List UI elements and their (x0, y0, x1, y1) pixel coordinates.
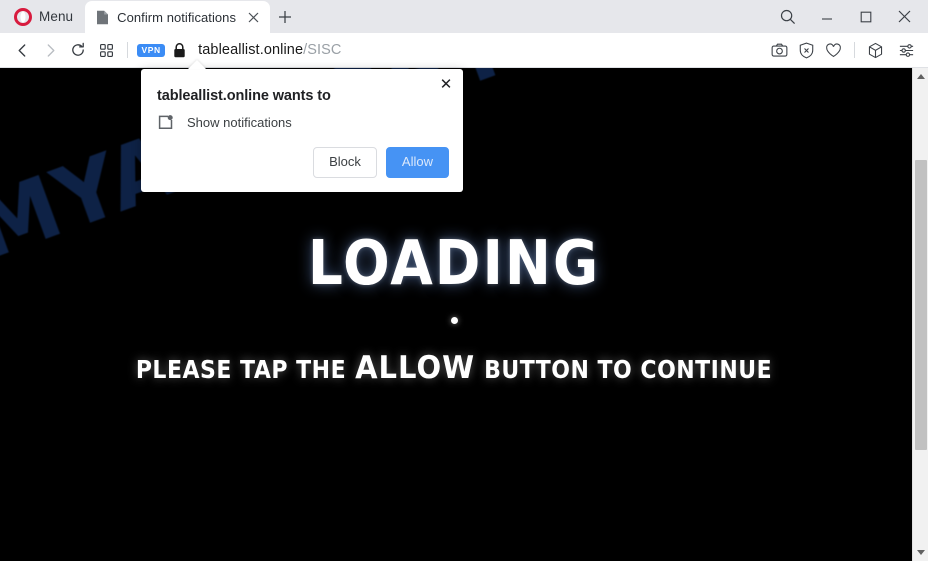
permission-dialog-heading: tableallist.online wants to (157, 88, 331, 104)
loading-dot-indicator (450, 317, 458, 324)
show-notifications-icon (157, 114, 174, 131)
maximize-icon[interactable] (846, 0, 885, 33)
window-controls (768, 0, 928, 33)
heart-favorites-icon[interactable] (820, 36, 847, 64)
toolbar-actions (766, 36, 920, 64)
permission-label: Show notifications (187, 115, 292, 130)
instruction-line: PLEASE TAP THE ALLOW BUTTON TO CONTINUE (135, 348, 773, 386)
loading-headline: LOADING (307, 227, 601, 299)
snapshot-camera-icon[interactable] (766, 36, 793, 64)
vpn-badge[interactable]: VPN (137, 43, 166, 57)
opera-menu-label: Menu (39, 9, 74, 24)
page-scrollbar[interactable] (912, 68, 928, 561)
permission-dialog-caret (188, 60, 206, 69)
opera-logo-icon (14, 7, 32, 26)
permission-dialog-actions: Block Allow (313, 147, 449, 178)
permission-request-row: Show notifications (157, 114, 292, 131)
search-icon[interactable] (768, 0, 807, 33)
tab-confirm-notifications[interactable]: Confirm notifications (85, 1, 271, 33)
tab-close-icon[interactable] (245, 9, 262, 26)
generic-page-icon (96, 10, 109, 25)
url-host: tableallist.online (198, 42, 304, 58)
tab-title: Confirm notifications (117, 9, 236, 25)
scroll-down-arrow-icon[interactable] (913, 544, 928, 561)
block-button[interactable]: Block (313, 147, 377, 178)
scrollbar-thumb[interactable] (915, 160, 927, 450)
pinboard-cube-icon[interactable] (862, 36, 889, 64)
toolbar-divider-right (854, 42, 855, 58)
navigation-toolbar: VPN tableallist.online/SISC (0, 33, 928, 68)
close-icon[interactable]: ✕ (435, 73, 457, 95)
lock-icon[interactable] (172, 42, 187, 59)
close-window-icon[interactable] (885, 0, 924, 33)
instruction-before: PLEASE TAP THE (135, 356, 347, 385)
tab-bar: Menu Confirm notifications (0, 0, 928, 33)
notification-permission-dialog: ✕ tableallist.online wants to Show notif… (141, 69, 463, 192)
browser-window: Menu Confirm notifications VPN tablealli… (0, 0, 928, 561)
reload-icon[interactable] (64, 36, 92, 64)
back-arrow-icon[interactable] (8, 36, 36, 64)
grid-apps-icon[interactable] (92, 36, 120, 64)
minimize-icon[interactable] (807, 0, 846, 33)
forward-arrow-icon[interactable] (36, 36, 64, 64)
scroll-up-arrow-icon[interactable] (913, 68, 928, 85)
allow-button[interactable]: Allow (385, 147, 449, 178)
ad-blocker-shield-icon[interactable] (793, 36, 820, 64)
url-path: /SISC (303, 42, 342, 58)
address-bar-input[interactable]: tableallist.online/SISC (198, 42, 766, 58)
instruction-emphasis: ALLOW (355, 348, 476, 386)
new-tab-button[interactable] (270, 1, 300, 33)
instruction-after: BUTTON TO CONTINUE (484, 356, 773, 385)
opera-menu-button[interactable]: Menu (0, 0, 85, 33)
easy-setup-sliders-icon[interactable] (893, 36, 920, 64)
toolbar-divider (127, 42, 128, 58)
page-viewport: MYANTISPYWARE.COM LOADING PLEASE TAP THE… (0, 68, 928, 561)
